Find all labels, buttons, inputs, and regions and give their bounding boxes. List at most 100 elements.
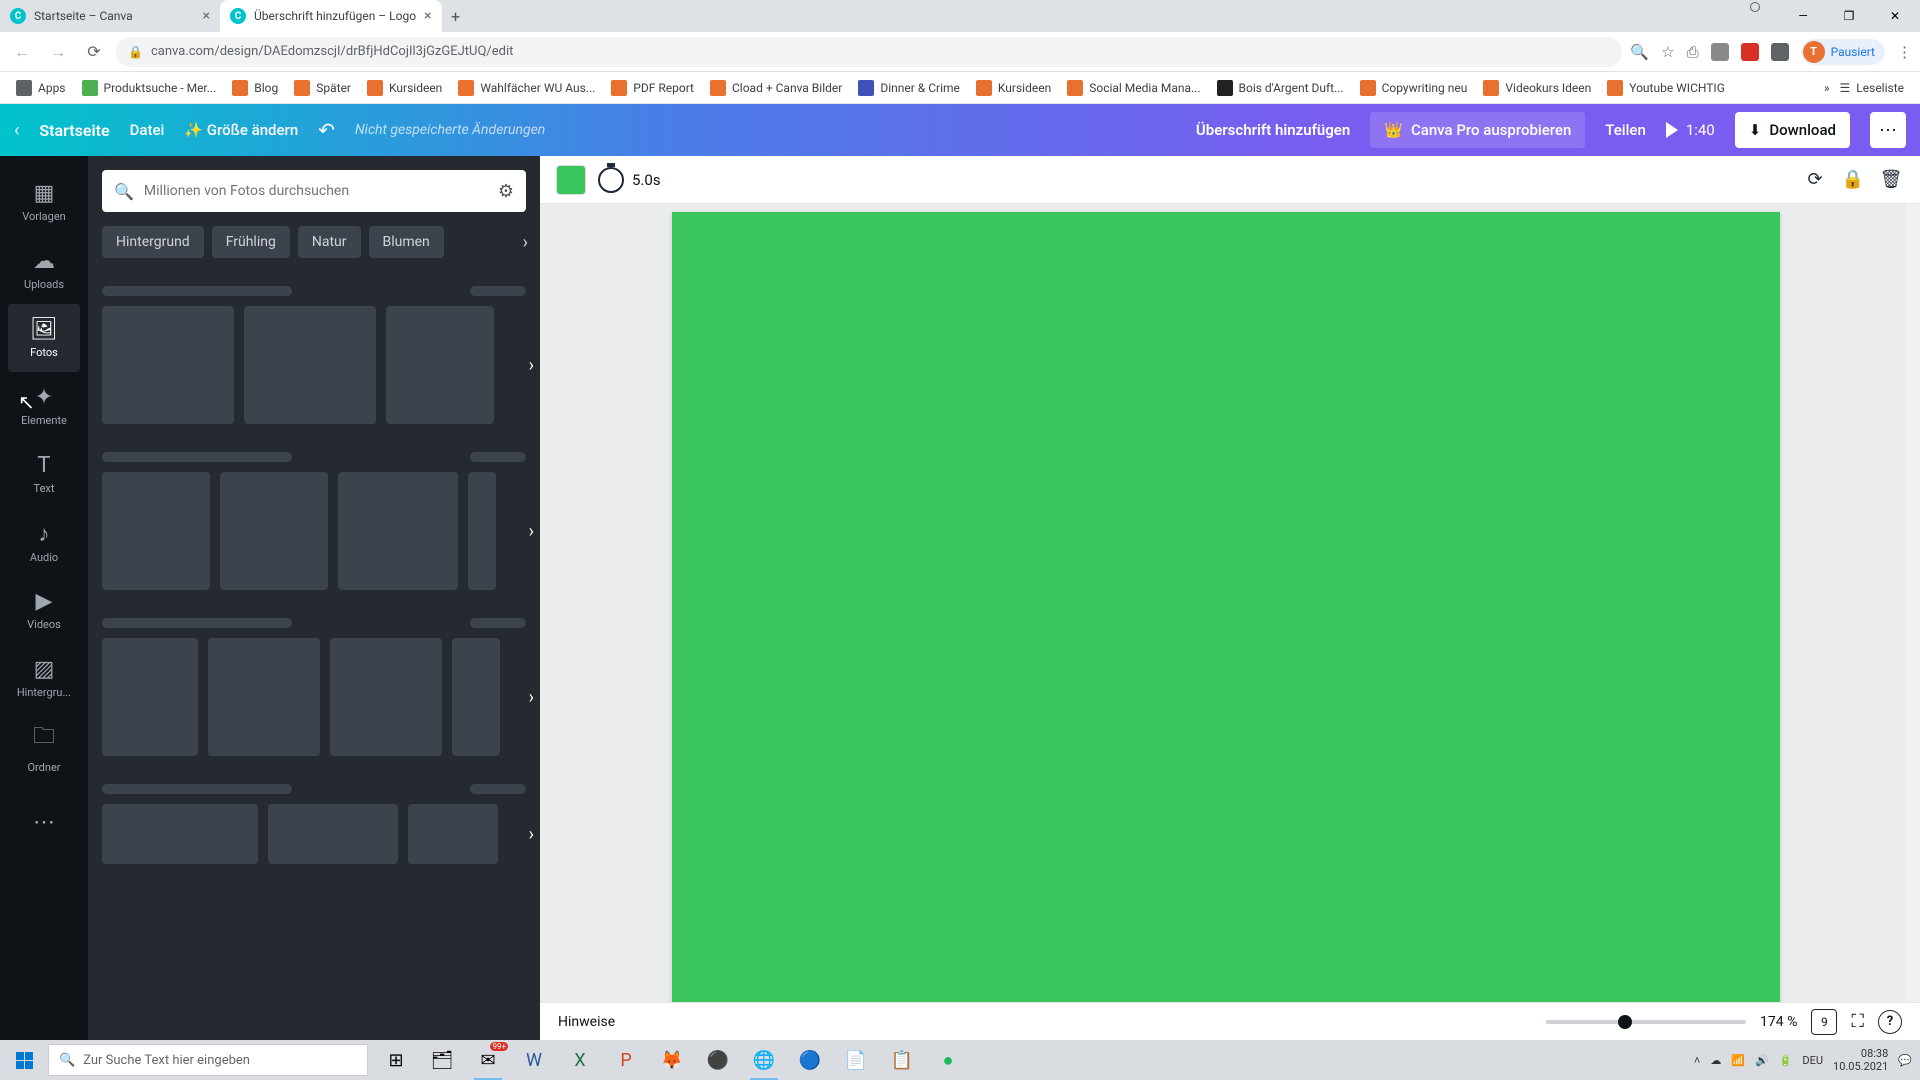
reader-icon[interactable]: ⎙ (1687, 43, 1699, 61)
lock-icon[interactable]: 🔒 (1840, 167, 1866, 193)
photo-thumb[interactable] (220, 472, 328, 590)
taskbar-search[interactable]: 🔍 Zur Suche Text hier eingeben (48, 1044, 368, 1076)
file-menu[interactable]: Datei (130, 121, 165, 139)
page-count[interactable]: 9 (1811, 1009, 1837, 1035)
rail-photos[interactable]: 🖼Fotos (8, 304, 80, 372)
duration-label[interactable]: 5.0s (632, 171, 661, 189)
share-button[interactable]: Teilen (1605, 121, 1646, 139)
apps-button[interactable]: Apps (10, 80, 72, 96)
animate-icon[interactable]: ⟳ (1802, 167, 1828, 193)
chevron-right-icon[interactable]: › (529, 824, 534, 845)
chip-blumen[interactable]: Blumen (369, 226, 444, 258)
reading-list-button[interactable]: ☰Leseliste (1834, 81, 1910, 95)
reload-button[interactable]: ⟳ (80, 38, 108, 66)
rail-text[interactable]: TText (8, 440, 80, 508)
search-input[interactable] (144, 183, 488, 199)
download-button[interactable]: ⬇ Download (1735, 112, 1850, 148)
chevron-right-icon[interactable]: › (503, 224, 532, 261)
rail-elements[interactable]: ✦Elemente (8, 372, 80, 440)
notepad-app[interactable]: 📄 (834, 1040, 878, 1080)
photo-thumb[interactable] (102, 306, 234, 424)
bookmark-item[interactable]: Wahlfächer WU Aus... (452, 80, 601, 96)
chip-natur[interactable]: Natur (298, 226, 361, 258)
try-pro-button[interactable]: 👑 Canva Pro ausprobieren (1370, 112, 1585, 148)
overflow-icon[interactable]: » (1824, 81, 1830, 95)
forward-button[interactable]: → (44, 38, 72, 66)
photo-thumb[interactable] (102, 638, 198, 756)
maximize-button[interactable]: ❐ (1828, 2, 1870, 30)
language-indicator[interactable]: DEU (1802, 1054, 1823, 1067)
spotify-app[interactable]: ● (926, 1040, 970, 1080)
bookmark-item[interactable]: Blog (226, 80, 284, 96)
photo-thumb[interactable] (386, 306, 494, 424)
home-link[interactable]: Startseite (39, 121, 109, 140)
kebab-menu-icon[interactable]: ⋮ (1897, 43, 1912, 61)
photo-thumb[interactable] (452, 638, 500, 756)
rail-more[interactable]: ⋯ (8, 788, 80, 856)
new-tab-button[interactable]: + (442, 2, 470, 30)
rail-audio[interactable]: ♪Audio (8, 508, 80, 576)
document-title[interactable]: Überschrift hinzufügen (1196, 121, 1350, 139)
onedrive-icon[interactable]: ☁ (1710, 1054, 1721, 1067)
canvas-viewport[interactable]: ◀ ▶ ︿ (540, 204, 1920, 1040)
photo-thumb[interactable] (244, 306, 376, 424)
bookmark-item[interactable]: Kursideen (361, 80, 448, 96)
star-icon[interactable]: ☆ (1661, 43, 1674, 61)
back-button[interactable]: ← (8, 38, 36, 66)
photo-thumb[interactable] (468, 472, 496, 590)
play-button[interactable]: 1:40 (1666, 121, 1715, 139)
wifi-icon[interactable]: 📶 (1731, 1054, 1745, 1067)
chip-fruehling[interactable]: Frühling (212, 226, 290, 258)
bookmark-item[interactable]: Copywriting neu (1354, 80, 1474, 96)
rail-templates[interactable]: ▦Vorlagen (8, 168, 80, 236)
excel-app[interactable]: X (558, 1040, 602, 1080)
firefox-app[interactable]: 🦊 (650, 1040, 694, 1080)
battery-icon[interactable]: 🔋 (1779, 1054, 1793, 1067)
extension-icon[interactable] (1741, 43, 1759, 61)
bookmark-item[interactable]: Dinner & Crime (852, 80, 966, 96)
chevron-right-icon[interactable]: › (529, 355, 534, 376)
browser-tab-1[interactable]: C Überschrift hinzufügen – Logo × (220, 0, 442, 32)
word-app[interactable]: W (512, 1040, 556, 1080)
close-window-button[interactable]: ✕ (1874, 2, 1916, 30)
hints-label[interactable]: Hinweise (558, 1014, 615, 1030)
undo-icon[interactable]: ↶ (318, 118, 335, 142)
photo-thumb[interactable] (102, 472, 210, 590)
bookmark-item[interactable]: Später (288, 80, 357, 96)
obs-app[interactable]: ⚫ (696, 1040, 740, 1080)
fill-color-button[interactable] (556, 165, 586, 195)
design-page[interactable] (672, 212, 1780, 1030)
stopwatch-icon[interactable] (598, 167, 624, 193)
profile-button[interactable]: T Pausiert (1801, 39, 1885, 65)
volume-icon[interactable]: 🔊 (1755, 1054, 1769, 1067)
photo-thumb[interactable] (330, 638, 442, 756)
chevron-right-icon[interactable]: › (529, 521, 534, 542)
app-icon[interactable]: 📋 (880, 1040, 924, 1080)
extension-icon[interactable] (1711, 43, 1729, 61)
clock[interactable]: 08:38 10.05.2021 (1833, 1047, 1888, 1073)
bookmark-item[interactable]: PDF Report (605, 80, 700, 96)
zoom-slider[interactable] (1546, 1020, 1746, 1024)
resize-menu[interactable]: ✨ Größe ändern (184, 121, 298, 139)
minimize-button[interactable]: — (1782, 2, 1824, 30)
bookmark-item[interactable]: Cload + Canva Bilder (704, 80, 848, 96)
fullscreen-icon[interactable]: ⛶ (1851, 1011, 1864, 1032)
bookmark-item[interactable]: Videokurs Ideen (1477, 80, 1597, 96)
explorer-app[interactable]: 🗂 (420, 1040, 464, 1080)
task-view-button[interactable]: ⊞ (374, 1040, 418, 1080)
browser-tab-0[interactable]: C Startseite – Canva × (0, 0, 220, 32)
vertical-scrollbar[interactable] (1906, 204, 1920, 1026)
rail-folders[interactable]: 🗀Ordner (8, 712, 80, 780)
photo-thumb[interactable] (268, 804, 398, 864)
chevron-right-icon[interactable]: › (529, 687, 534, 708)
trash-icon[interactable]: 🗑 (1878, 167, 1904, 193)
extensions-menu-icon[interactable] (1771, 43, 1789, 61)
mail-app[interactable]: ✉99+ (466, 1040, 510, 1080)
edge-app[interactable]: 🔵 (788, 1040, 832, 1080)
rail-videos[interactable]: ▶Videos (8, 576, 80, 644)
rail-uploads[interactable]: ☁Uploads (8, 236, 80, 304)
rail-background[interactable]: ▨Hintergru... (8, 644, 80, 712)
url-field[interactable]: 🔒 canva.com/design/DAEdomzscjI/drBfjHdCo… (116, 37, 1622, 67)
bookmark-item[interactable]: Produktsuche - Mer... (76, 80, 223, 96)
more-menu-button[interactable]: ⋯ (1870, 112, 1906, 148)
